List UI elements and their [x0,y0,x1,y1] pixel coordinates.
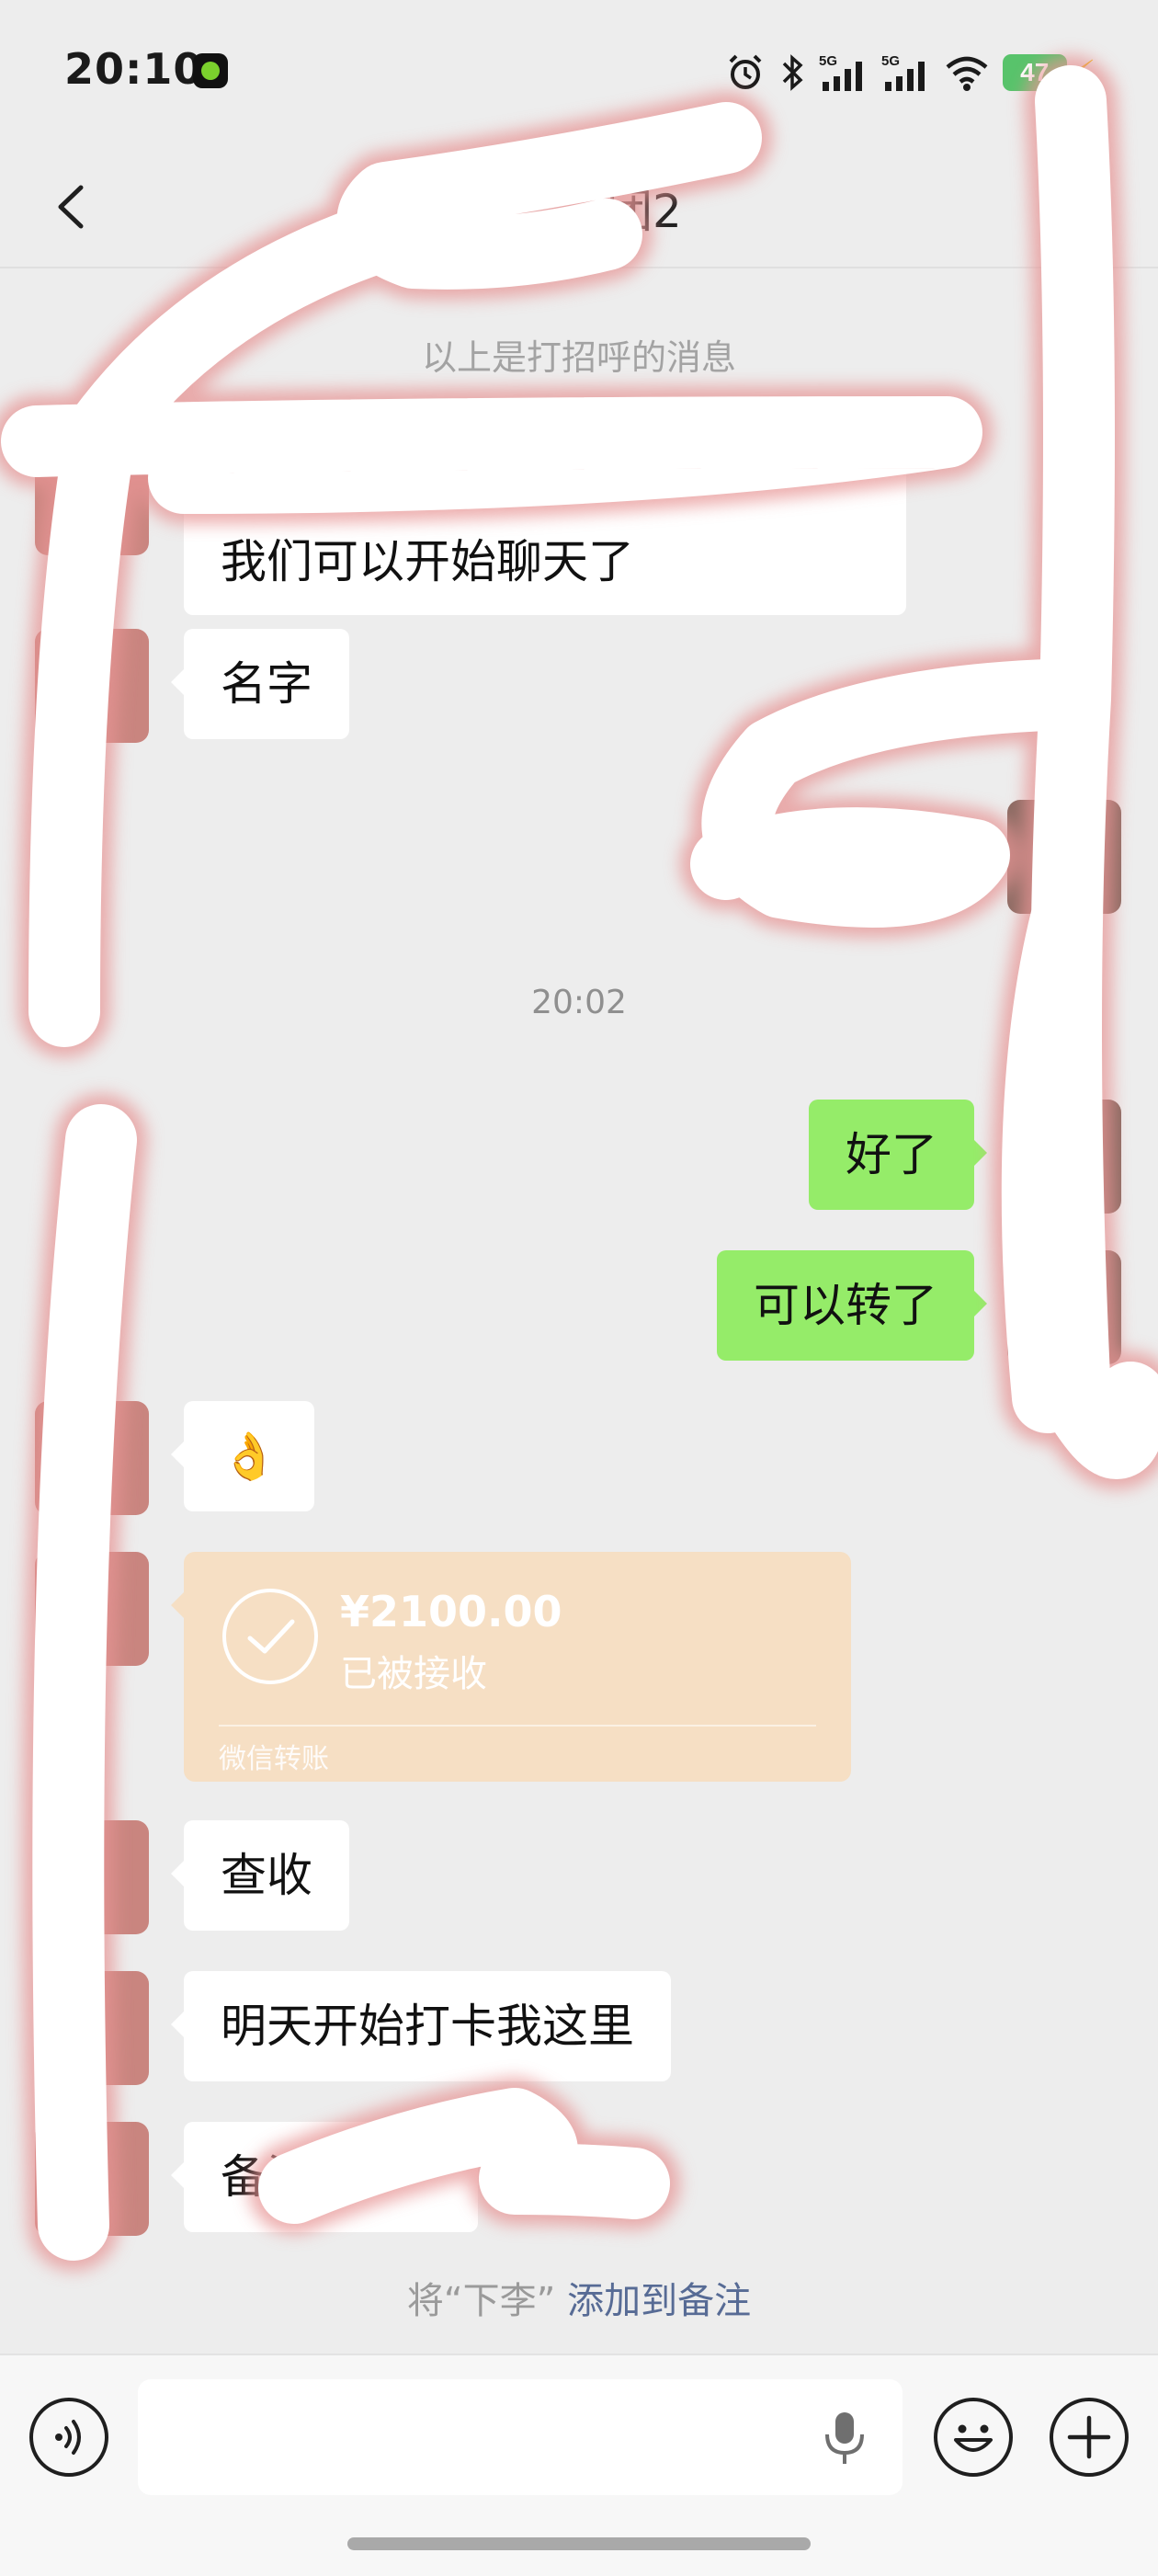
contact-avatar[interactable] [35,1552,149,1666]
my-avatar[interactable] [1007,1100,1121,1214]
voice-button[interactable] [29,2398,108,2477]
remark-hint-prefix: 将“下李” [406,2280,556,2322]
message-text: 名字 [221,657,312,711]
chat-title[interactable]: 团2 [607,175,682,241]
contact-avatar[interactable] [35,629,149,743]
remark-hint: 将“下李” 添加到备注 [0,2271,1158,2324]
message-text: 备注 [221,2150,312,2204]
my-avatar[interactable] [1007,800,1121,914]
voice-icon [55,2420,81,2455]
status-time: 20:10 [64,44,204,94]
message-list[interactable]: 以上是打招呼的消息 我们可以开始聊天了 名字 20:02 好了 可以转了 👌 ¥… [0,267,1158,2354]
alarm-icon [725,52,766,93]
greeting-message-bubble[interactable]: 我们可以开始聊天了 [171,441,906,615]
message-bubble-ok-emoji[interactable]: 👌 [170,1401,315,1511]
greeting-note: 以上是打招呼的消息 [421,337,736,378]
check-circle-icon [222,1589,318,1684]
card-divider [219,1725,816,1727]
wifi-icon [944,52,990,93]
add-remark-link[interactable]: 添加到备注 [567,2280,751,2322]
transfer-source: 微信转账 [219,1743,329,1775]
emoji-icon [954,2424,993,2452]
message-bubble-remark[interactable]: 备注 [171,2122,478,2232]
contact-avatar[interactable] [35,1401,149,1515]
ok-hand-emoji: 👌 [221,1430,278,1483]
emoji-button[interactable] [934,2398,1013,2477]
message-timestamp: 20:02 [531,984,627,1021]
message-bubble-name[interactable]: 名字 [171,629,349,739]
svg-text:5G: 5G [819,53,837,69]
status-icons: 5G 5G 47 ⚡ [725,50,1096,96]
message-text: 明天开始打卡我这里 [221,2000,634,2053]
message-text: 查收 [221,1849,312,1902]
chat-header: 团2 [0,147,1158,268]
signal-5g-icon-2: 5G [881,52,931,93]
message-text: 可以转了 [754,1279,937,1332]
contact-avatar[interactable] [35,1820,149,1934]
battery-icon: 47 [1002,54,1067,91]
message-text: 好了 [846,1128,937,1181]
contact-avatar[interactable] [35,2122,149,2236]
transfer-card[interactable]: ¥2100.00 已被接收 微信转账 [171,1552,851,1782]
contact-avatar[interactable] [35,1971,149,2085]
my-avatar[interactable] [1007,1250,1121,1364]
greeting-message-text: 我们可以开始聊天了 [221,535,634,588]
message-bubble-check[interactable]: 查收 [171,1820,349,1931]
message-input[interactable] [138,2379,903,2495]
status-bar: 20:10 5G 5G 47 ⚡ [0,0,1158,147]
svg-text:5G: 5G [881,53,900,69]
transfer-status: 已被接收 [340,1653,487,1695]
message-bubble-checkin[interactable]: 明天开始打卡我这里 [171,1971,671,2081]
transfer-amount: ¥2100.00 [340,1587,562,1636]
home-indicator[interactable] [347,2537,811,2550]
contact-avatar[interactable] [35,441,149,555]
plus-icon [1067,2415,1111,2459]
plus-button[interactable] [1050,2398,1129,2477]
message-bubble-can-transfer[interactable]: 可以转了 [717,1250,987,1361]
app-indicator-icon [193,53,228,88]
message-bubble-done[interactable]: 好了 [809,1100,987,1210]
chevron-left-icon [58,185,84,229]
microphone-icon[interactable] [822,2409,868,2473]
charging-icon: ⚡ [1072,53,1096,92]
back-button[interactable] [40,175,105,239]
signal-5g-icon: 5G [819,52,868,93]
bluetooth-icon [778,52,806,93]
